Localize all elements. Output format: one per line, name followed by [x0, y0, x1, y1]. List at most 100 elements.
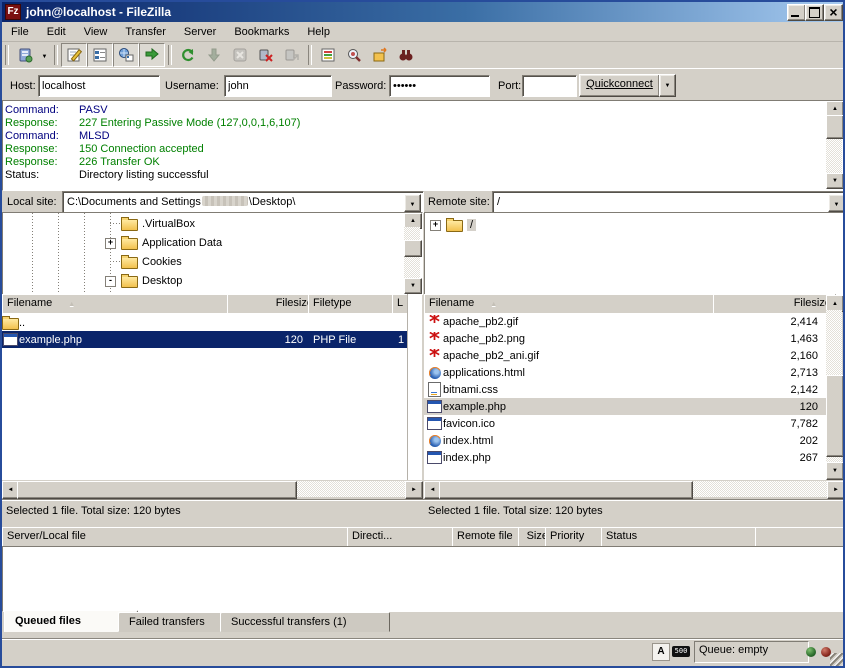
local-tree-scroll-down[interactable]: [404, 278, 422, 294]
synchronized-browsing-button[interactable]: [367, 43, 393, 67]
folder-icon: [2, 318, 19, 330]
title-bar[interactable]: Fz john@localhost - FileZilla: [2, 2, 843, 22]
remote-status-text: Selected 1 file. Total size: 120 bytes: [424, 499, 845, 528]
file-row-selected[interactable]: example.php 120 PHP File 1: [2, 331, 407, 348]
username-label: Username:: [165, 80, 219, 92]
file-row[interactable]: bitnami.css 2,142: [424, 381, 826, 398]
menu-view[interactable]: View: [75, 24, 117, 40]
refresh-button[interactable]: [175, 43, 201, 67]
file-row[interactable]: apache_pb2.gif 2,414: [424, 313, 826, 330]
log-line: Status:Directory listing successful: [5, 169, 209, 182]
maximize-button[interactable]: [805, 4, 824, 21]
open-folder-icon: [446, 220, 463, 232]
file-row[interactable]: applications.html 2,713: [424, 364, 826, 381]
file-name: applications.html: [443, 367, 525, 379]
remote-site-dropdown[interactable]: [828, 194, 845, 212]
html-file-icon: [429, 367, 441, 379]
image-file-icon: [428, 332, 442, 346]
find-files-button[interactable]: [393, 43, 419, 67]
log-line: Response:150 Connection accepted: [5, 143, 204, 156]
menu-help[interactable]: Help: [298, 24, 339, 40]
close-button[interactable]: [824, 4, 843, 21]
toggle-transfer-queue-button[interactable]: [139, 43, 165, 67]
folder-icon: [121, 276, 138, 288]
local-path: C:\Documents and Settings\Desktop\: [67, 196, 295, 208]
tree-item-virtualbox[interactable]: .VirtualBox: [110, 214, 195, 233]
remote-hscroll-right[interactable]: [827, 481, 845, 499]
log-line: Command:MLSD: [5, 130, 110, 143]
local-tree-scroll-thumb[interactable]: [404, 240, 422, 257]
resize-grip[interactable]: [830, 653, 843, 666]
file-name: index.html: [443, 435, 493, 447]
expand-plus-icon[interactable]: +: [430, 220, 441, 231]
datatype-indicator-icon[interactable]: A: [652, 643, 670, 661]
ico-file-icon: [427, 417, 442, 430]
collapse-minus-icon[interactable]: -: [105, 276, 116, 287]
local-site-combobox[interactable]: C:\Documents and Settings\Desktop\: [62, 191, 424, 213]
file-type: PHP File: [313, 334, 356, 346]
toggle-remote-tree-button[interactable]: [113, 43, 139, 67]
menu-edit[interactable]: Edit: [38, 24, 75, 40]
host-input[interactable]: [38, 75, 160, 97]
expand-plus-icon[interactable]: +: [105, 238, 116, 249]
log-scroll-down[interactable]: [826, 173, 844, 189]
reconnect-button[interactable]: [279, 43, 305, 67]
menu-server[interactable]: Server: [175, 24, 225, 40]
tree-item-root[interactable]: + /: [430, 215, 476, 234]
chevron-down-icon: [42, 49, 48, 61]
file-row-selected[interactable]: example.php 120: [424, 398, 826, 415]
file-row[interactable]: favicon.ico 7,782: [424, 415, 826, 432]
local-hscroll-right[interactable]: [405, 481, 423, 499]
site-manager-dropdown[interactable]: [38, 44, 51, 66]
remote-list-scroll-thumb[interactable]: [826, 375, 844, 457]
image-file-icon: [428, 349, 442, 363]
remote-list-scroll-down[interactable]: [826, 462, 844, 480]
log-line: Response:226 Transfer OK: [5, 156, 160, 169]
tab-successful-transfers[interactable]: Successful transfers (1): [220, 612, 390, 632]
local-site-dropdown[interactable]: [404, 194, 421, 212]
file-row[interactable]: index.html 202: [424, 432, 826, 449]
local-hscroll-thumb[interactable]: [17, 481, 297, 499]
tree-item-label: Cookies: [142, 256, 182, 268]
cancel-button[interactable]: [227, 43, 253, 67]
file-row[interactable]: apache_pb2.png 1,463: [424, 330, 826, 347]
remote-tree-pane[interactable]: [424, 212, 845, 295]
tree-guide: [32, 213, 33, 292]
quickconnect-dropdown[interactable]: [659, 74, 676, 97]
image-file-icon: [428, 315, 442, 329]
log-scroll-thumb[interactable]: [826, 115, 844, 139]
file-modified: 1: [398, 334, 404, 346]
toolbar-separator: [308, 45, 312, 65]
file-row[interactable]: index.php 267: [424, 449, 826, 466]
quickconnect-button[interactable]: Quickconnect: [579, 74, 660, 97]
username-input[interactable]: [224, 75, 332, 97]
compare-directories-button[interactable]: [341, 43, 367, 67]
disconnect-button[interactable]: [253, 43, 279, 67]
process-queue-button[interactable]: [201, 43, 227, 67]
tree-item-cookies[interactable]: Cookies: [110, 252, 182, 271]
folder-icon: [121, 219, 138, 231]
menu-file[interactable]: File: [2, 24, 38, 40]
queue-list-area[interactable]: [2, 546, 845, 612]
filter-button[interactable]: [315, 43, 341, 67]
file-row[interactable]: apache_pb2_ani.gif 2,160: [424, 347, 826, 364]
log-line: Command:PASV: [5, 104, 108, 117]
menu-bookmarks[interactable]: Bookmarks: [225, 24, 298, 40]
remote-site-combobox[interactable]: /: [492, 191, 845, 213]
password-input[interactable]: [389, 75, 490, 97]
tree-item-application-data[interactable]: + Application Data: [110, 233, 222, 252]
toggle-message-log-button[interactable]: [61, 43, 87, 67]
speedlimit-indicator-icon[interactable]: 500: [672, 646, 690, 657]
minimize-button[interactable]: [787, 4, 806, 21]
site-manager-button[interactable]: [12, 43, 38, 67]
file-size: 2,713: [790, 367, 818, 379]
transfer-queue-icon: [144, 47, 160, 63]
port-input[interactable]: [522, 75, 577, 97]
file-row-parent[interactable]: ..: [2, 314, 407, 331]
php-file-icon: [427, 400, 442, 413]
toggle-local-tree-button[interactable]: [87, 43, 113, 67]
local-tree-pane[interactable]: [2, 212, 423, 295]
menu-transfer[interactable]: Transfer: [116, 24, 175, 40]
remote-hscroll-thumb[interactable]: [439, 481, 693, 499]
tree-item-desktop[interactable]: - Desktop: [110, 271, 182, 290]
